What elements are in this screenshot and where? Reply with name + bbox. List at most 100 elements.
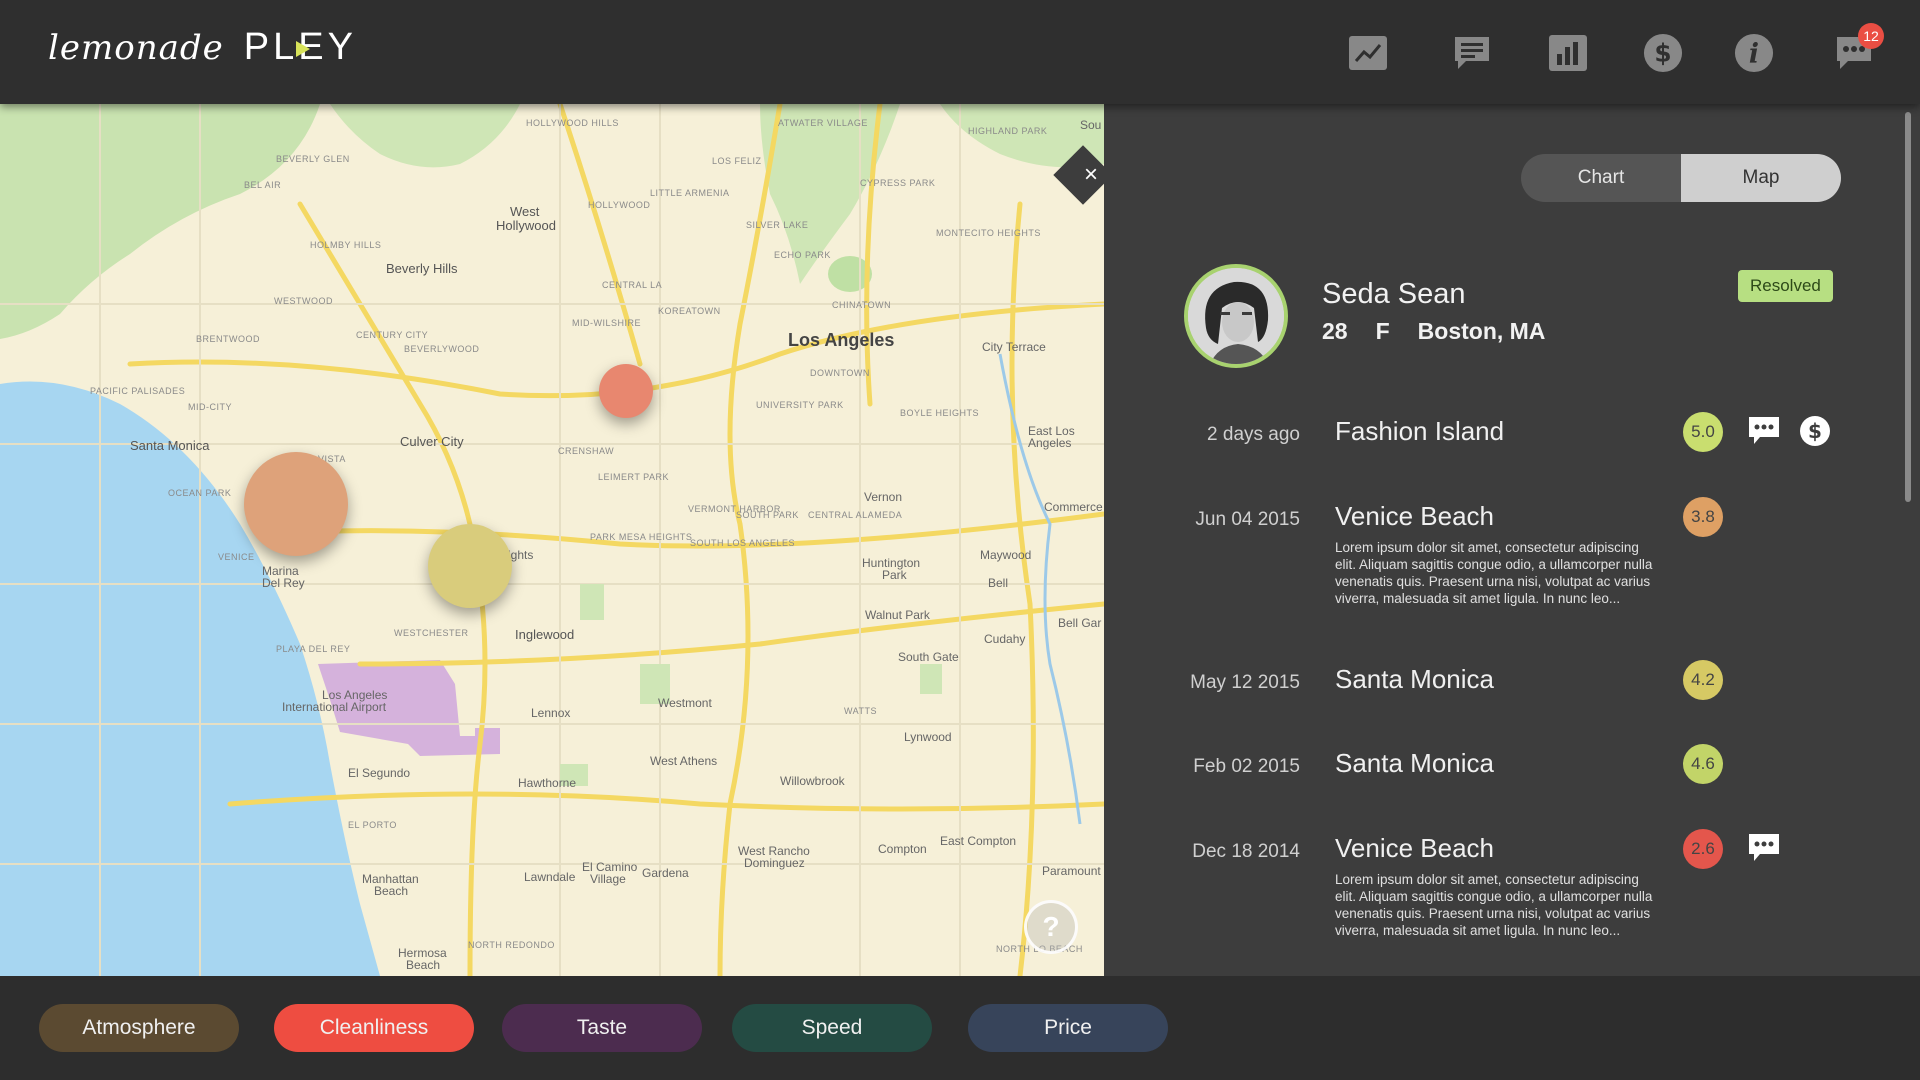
map-label-compton: Compton [878, 842, 927, 856]
map-label-cypress-park: CYPRESS PARK [860, 178, 936, 188]
dollar-icon[interactable]: $ [1643, 33, 1683, 73]
map-label-lax-2: International Airport [282, 700, 387, 714]
review-score-badge: 2.6 [1683, 829, 1723, 869]
map-label-little-armenia: LITTLE ARMENIA [650, 188, 730, 198]
map-label-venice: VENICE [218, 552, 255, 562]
chat-icon[interactable] [1452, 33, 1492, 73]
help-button[interactable]: ? [1024, 900, 1078, 954]
map-label-paramount: Paramount [1042, 864, 1101, 878]
review-body: Lorem ipsum dolor sit amet, consectetur … [1335, 872, 1653, 938]
review-place[interactable]: Venice Beach [1335, 833, 1494, 864]
svg-text:$: $ [1808, 419, 1822, 443]
map-label-los-feliz: LOS FELIZ [712, 156, 762, 166]
map-label-el-segundo: El Segundo [348, 766, 411, 780]
map-label-willowbrook: Willowbrook [780, 774, 845, 788]
review-chat-icon[interactable] [1747, 414, 1781, 448]
review-dollar-icon[interactable]: $ [1798, 414, 1832, 448]
review-place[interactable]: Santa Monica [1335, 748, 1494, 779]
map-label-hermosa-2: Beach [406, 958, 441, 972]
map-label-park-mesa: PARK MESA HEIGHTS [590, 532, 693, 542]
review-chat-icon[interactable] [1747, 831, 1781, 865]
map-label-pacific-palisades: PACIFIC PALISADES [90, 386, 186, 396]
map-label-downtown: DOWNTOWN [810, 368, 870, 378]
status-badge: Resolved [1738, 270, 1833, 302]
filter-speed[interactable]: Speed [732, 1004, 932, 1052]
map-label-hawthorne: Hawthorne [518, 776, 577, 790]
map-label-west-hollywood-2: Hollywood [496, 218, 556, 233]
map-label-el-camino-2: Village [590, 872, 626, 886]
map-label-bel-air: BEL AIR [244, 180, 282, 190]
fashion-island-bubble[interactable] [599, 364, 653, 418]
map-label-hollywood: HOLLYWOOD [588, 200, 651, 210]
map-label-highland-park: HIGHLAND PARK [968, 126, 1048, 136]
map-label-brentwood: BRENTWOOD [196, 334, 260, 344]
review-score-badge: 3.8 [1683, 497, 1723, 537]
review-place[interactable]: Venice Beach [1335, 501, 1494, 532]
map-label-cudahy: Cudahy [984, 632, 1026, 646]
map-label-echo-park: ECHO PARK [774, 250, 831, 260]
map-label-culver-city: Culver City [400, 434, 464, 449]
map-label-silver-lake: SILVER LAKE [746, 220, 809, 230]
review-date: Jun 04 2015 [1195, 509, 1300, 530]
user-meta: 28 F Boston, MA [1322, 318, 1545, 345]
map-label-beverly-glen: BEVERLY GLEN [276, 154, 350, 164]
map-label-chinatown: CHINATOWN [832, 300, 892, 310]
svg-text:i: i [1749, 39, 1759, 70]
map-toggle-button[interactable]: Map [1681, 154, 1841, 202]
messages-icon[interactable]: 12 [1834, 23, 1884, 73]
map-label-central-la: CENTRAL LA [602, 280, 663, 290]
trend-chart-icon[interactable] [1348, 33, 1388, 73]
map-label-university-park: UNIVERSITY PARK [756, 400, 844, 410]
review-place[interactable]: Santa Monica [1335, 664, 1494, 695]
map-label-ocean-park: OCEAN PARK [168, 488, 232, 498]
user-age: 28 [1322, 318, 1348, 344]
map-label-west-rancho-2: Dominguez [744, 856, 805, 870]
map-label-montecito: MONTECITO HEIGHTS [936, 228, 1041, 238]
review-date: May 12 2015 [1190, 672, 1300, 693]
bar-chart-icon[interactable] [1548, 33, 1588, 73]
map-label-beverly-hills: Beverly Hills [386, 261, 458, 276]
map-label-central-alameda: CENTRAL ALAMEDA [808, 510, 903, 520]
user-name: Seda Sean [1322, 278, 1466, 310]
map-label-atwater: ATWATER VILLAGE [778, 118, 868, 128]
map-label-koreatown: KOREATOWN [658, 306, 721, 316]
logo-play-icon [295, 41, 310, 57]
map-label-commerce: Commerce [1044, 500, 1103, 514]
venice-beach-bubble[interactable] [244, 452, 348, 556]
map-label-playa-del-rey: PLAYA DEL REY [276, 644, 351, 654]
logo[interactable]: lemonade PLEY [48, 26, 357, 69]
map-label-westwood: WESTWOOD [274, 296, 333, 306]
map-label-lennox: Lennox [531, 706, 571, 720]
map-label-vernon: Vernon [864, 490, 903, 504]
close-icon[interactable]: × [1078, 160, 1104, 190]
panel-scrollbar[interactable] [1905, 112, 1911, 502]
map-label-boyle-heights: BOYLE HEIGHTS [900, 408, 980, 418]
map-label-mid-city: MID-CITY [188, 402, 232, 412]
map-label-watts: WATTS [844, 706, 877, 716]
filter-taste[interactable]: Taste [502, 1004, 702, 1052]
map-view[interactable]: Los Angeles Santa Monica Beverly Hills C… [0, 104, 1104, 976]
logo-script: lemonade [48, 27, 224, 68]
santa-monica-bubble[interactable] [428, 524, 512, 608]
filter-cleanliness[interactable]: Cleanliness [274, 1004, 474, 1052]
filter-atmosphere[interactable]: Atmosphere [39, 1004, 239, 1052]
map-label-century-city: CENTURY CITY [356, 330, 429, 340]
avatar [1184, 264, 1288, 368]
map-label-westmont: Westmont [658, 696, 712, 710]
filter-price[interactable]: Price [968, 1004, 1168, 1052]
review-place[interactable]: Fashion Island [1335, 416, 1504, 447]
review-date: 2 days ago [1207, 424, 1300, 445]
chart-toggle-button[interactable]: Chart [1521, 154, 1681, 202]
top-bar: lemonade PLEY $ i 12 [0, 0, 1920, 104]
review-score-badge: 4.2 [1683, 660, 1723, 700]
info-icon[interactable]: i [1734, 33, 1774, 73]
map-label-walnut-park: Walnut Park [865, 608, 930, 622]
notification-badge: 12 [1858, 23, 1884, 49]
map-label-lynwood: Lynwood [904, 730, 952, 744]
user-location: Boston, MA [1417, 318, 1546, 344]
map-label-hollywood-hills: HOLLYWOOD HILLS [526, 118, 619, 128]
map-label-south-la: SOUTH LOS ANGELES [690, 538, 796, 548]
map-label-west-athens: West Athens [650, 754, 718, 768]
map-label-gardena: Gardena [642, 866, 689, 880]
map-label-bell-gardens: Bell Gar [1058, 616, 1102, 630]
